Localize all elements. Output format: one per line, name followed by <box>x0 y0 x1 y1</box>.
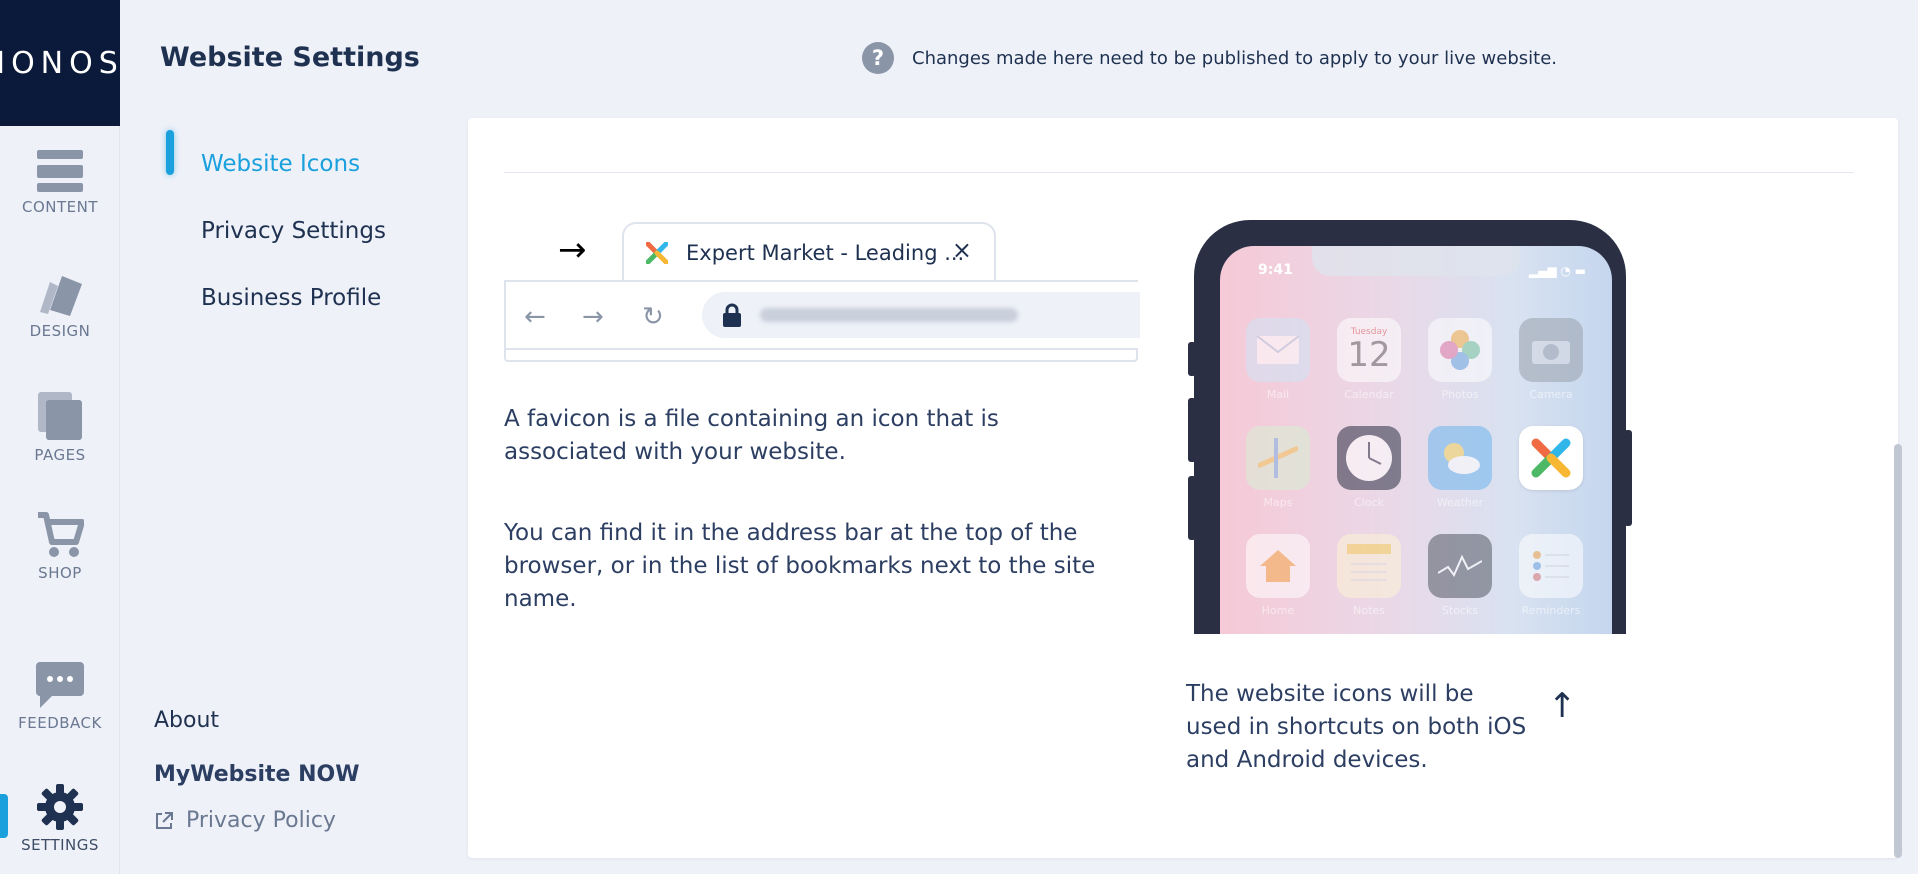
ionos-logo[interactable]: IONOS <box>0 0 120 126</box>
content-icon <box>37 150 83 192</box>
clock-app-icon: Clock <box>1337 426 1401 509</box>
rail-label: CONTENT <box>21 198 99 216</box>
feedback-chat-icon <box>36 662 84 708</box>
phone-screen: 9:41 ▂▄▆ ◔ ▬ Mail Tuesday 12 Calendar Phot… <box>1220 246 1612 634</box>
app-grid: Mail Tuesday 12 Calendar Photos Camera Map… <box>1246 318 1606 617</box>
favicon-x-logo-icon <box>646 242 668 264</box>
phone-illustration: 9:41 ▂▄▆ ◔ ▬ Mail Tuesday 12 Calendar Phot… <box>1188 220 1632 634</box>
settings-nav: Website Icons Privacy Settings Business … <box>160 130 460 331</box>
nav-item-website-icons[interactable]: Website Icons <box>160 130 460 197</box>
home-app-icon: Home <box>1246 534 1310 617</box>
rail-item-settings[interactable]: SETTINGS <box>0 784 120 874</box>
back-arrow-icon: ← <box>524 302 546 332</box>
rail-label: FEEDBACK <box>18 714 102 732</box>
reminders-app-icon: Reminders <box>1519 534 1583 617</box>
pages-icon <box>38 392 82 440</box>
gear-icon <box>37 784 83 830</box>
reload-icon: ↻ <box>642 302 664 332</box>
forward-arrow-icon: → <box>582 302 604 332</box>
product-name: MyWebsite NOW <box>154 762 360 787</box>
address-bar: ← → ↻ <box>504 280 1140 350</box>
rail-item-pages[interactable]: PAGES <box>0 392 120 502</box>
notes-app-icon: Notes <box>1337 534 1401 617</box>
external-link-icon <box>156 811 173 829</box>
left-rail: IONOS CONTENT DESIGN PAGES SHOP FEEDBACK… <box>0 0 120 874</box>
phone-notch <box>1312 246 1520 276</box>
phone-body: 9:41 ▂▄▆ ◔ ▬ Mail Tuesday 12 Calendar Phot… <box>1194 220 1626 634</box>
browser-illustration: → Expert Market - Leading ... × ← → ↻ <box>504 222 1140 364</box>
browser-tab: Expert Market - Leading ... × <box>622 222 996 282</box>
browser-frame-bottom <box>504 350 1138 362</box>
lock-icon <box>723 303 741 327</box>
publish-notice: ? Changes made here need to be published… <box>862 42 1557 74</box>
design-swatch-icon <box>40 276 82 316</box>
status-time: 9:41 <box>1258 262 1293 278</box>
rail-item-shop[interactable]: SHOP <box>0 512 120 622</box>
status-icons: ▂▄▆ ◔ ▬ <box>1528 264 1586 278</box>
rail-label: SHOP <box>38 564 82 582</box>
browser-tab-title: Expert Market - Leading ... <box>686 241 965 265</box>
about-link[interactable]: About <box>154 708 219 733</box>
url-field <box>702 292 1140 338</box>
rail-active-indicator <box>0 794 8 838</box>
shortcut-description: The website icons will be used in shortc… <box>1186 681 1527 773</box>
blurred-url <box>760 308 1018 322</box>
nav-item-privacy-settings[interactable]: Privacy Settings <box>160 197 460 264</box>
tab-close-icon: × <box>951 236 972 264</box>
rail-item-feedback[interactable]: FEEDBACK <box>0 662 120 772</box>
stocks-app-icon: Stocks <box>1428 534 1492 617</box>
privacy-policy-label: Privacy Policy <box>186 808 336 833</box>
calendar-app-icon: Tuesday 12 Calendar <box>1337 318 1401 401</box>
website-shortcut-icon <box>1519 426 1583 490</box>
help-icon[interactable]: ? <box>862 42 894 74</box>
scrollbar-thumb[interactable] <box>1894 444 1902 858</box>
maps-app-icon: Maps <box>1246 426 1310 509</box>
photos-app-icon: Photos <box>1428 318 1492 401</box>
nav-item-business-profile[interactable]: Business Profile <box>160 264 460 331</box>
camera-app-icon: Camera <box>1519 318 1583 401</box>
weather-app-icon: Weather <box>1428 426 1492 509</box>
page-title: Website Settings <box>160 42 420 73</box>
rail-label: PAGES <box>34 446 86 464</box>
cart-icon <box>38 512 84 557</box>
favicon-description: A favicon is a file containing an icon t… <box>504 406 999 465</box>
privacy-policy-link[interactable]: Privacy Policy <box>154 808 336 833</box>
arrow-up-icon: ↑ <box>1548 686 1577 726</box>
favicon-location-description: You can find it in the address bar at th… <box>504 520 1096 612</box>
mail-app-icon: Mail <box>1246 318 1310 401</box>
arrow-right-icon: → <box>558 230 587 270</box>
publish-notice-text: Changes made here need to be published t… <box>912 47 1558 69</box>
rail-item-design[interactable]: DESIGN <box>0 272 120 382</box>
website-icons-card: → Expert Market - Leading ... × ← → ↻ A … <box>468 118 1898 858</box>
rail-label: DESIGN <box>29 322 91 340</box>
rail-label: SETTINGS <box>21 836 99 854</box>
divider <box>504 172 1854 173</box>
rail-item-content[interactable]: CONTENT <box>0 150 120 260</box>
